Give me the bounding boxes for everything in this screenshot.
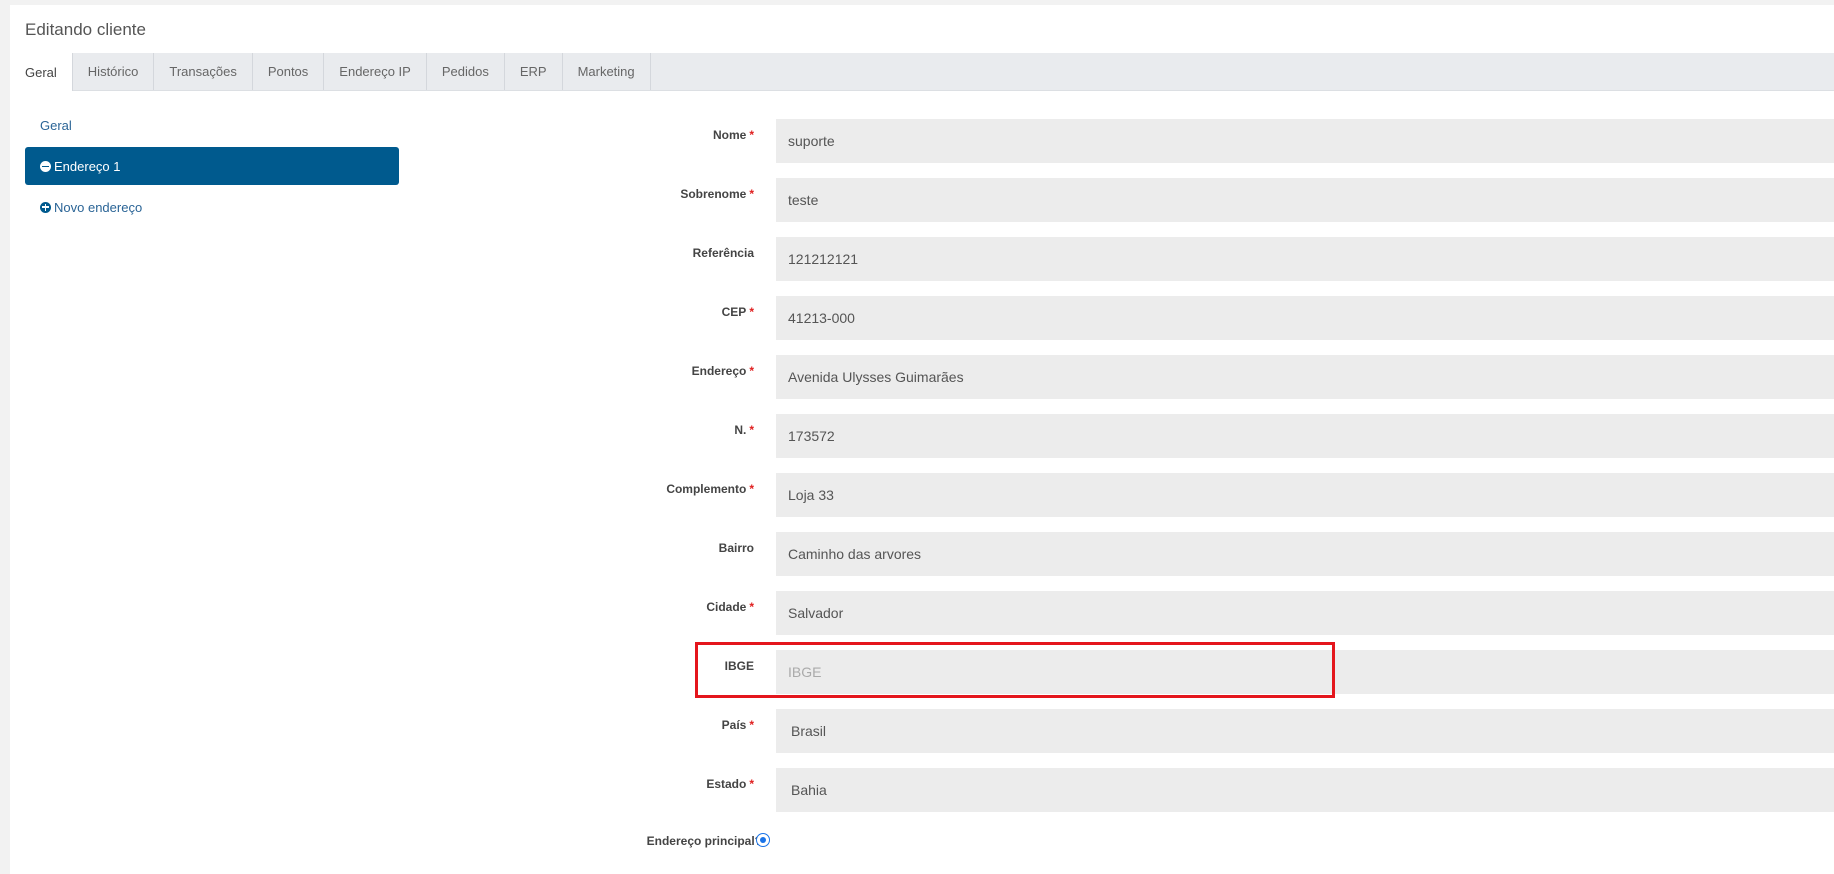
form-row-complemento: Complemento * — [10, 473, 1834, 517]
tab-pontos[interactable]: Pontos — [253, 53, 325, 90]
numero-input[interactable] — [776, 414, 1834, 458]
form-row-referencia: Referência — [10, 237, 1834, 281]
form-row-cep: CEP * — [10, 296, 1834, 340]
tab-historico[interactable]: Histórico — [73, 53, 155, 90]
ibge-input[interactable] — [776, 650, 1834, 694]
tab-marketing[interactable]: Marketing — [563, 53, 651, 90]
cidade-input[interactable] — [776, 591, 1834, 635]
referencia-label: Referência — [692, 246, 754, 260]
form-row-sobrenome: Sobrenome * — [10, 178, 1834, 222]
required-marker: * — [749, 128, 754, 142]
cidade-label: Cidade * — [706, 600, 754, 614]
pais-select[interactable] — [776, 709, 1834, 753]
sobrenome-input[interactable] — [776, 178, 1834, 222]
form-row-estado: Estado * — [10, 768, 1834, 812]
tab-erp[interactable]: ERP — [505, 53, 563, 90]
form-row-pais: País * — [10, 709, 1834, 753]
tab-transacoes[interactable]: Transações — [154, 53, 253, 90]
required-marker: * — [749, 777, 754, 791]
numero-label: N. * — [734, 423, 754, 437]
page-title: Editando cliente — [25, 20, 146, 39]
sobrenome-label: Sobrenome * — [680, 187, 754, 201]
tab-endereco-ip[interactable]: Endereço IP — [324, 53, 427, 90]
form-row-nome: Nome * — [10, 119, 1834, 163]
complemento-label: Complemento * — [666, 482, 754, 496]
nome-label: Nome * — [712, 128, 754, 142]
form-row-bairro: Bairro — [10, 532, 1834, 576]
required-marker: * — [749, 187, 754, 201]
form-row-endereco: Endereço * — [10, 355, 1834, 399]
tab-geral[interactable]: Geral — [10, 53, 73, 91]
pais-label: País * — [721, 718, 754, 732]
cep-input[interactable] — [776, 296, 1834, 340]
required-marker: * — [749, 305, 754, 319]
form-row-numero: N. * — [10, 414, 1834, 458]
complemento-input[interactable] — [776, 473, 1834, 517]
cep-label: CEP * — [721, 305, 754, 319]
required-marker: * — [749, 718, 754, 732]
required-marker: * — [749, 600, 754, 614]
tab-pedidos[interactable]: Pedidos — [427, 53, 505, 90]
bairro-input[interactable] — [776, 532, 1834, 576]
page-container: Editando cliente Geral Histórico Transaç… — [10, 5, 1834, 874]
estado-select[interactable] — [776, 768, 1834, 812]
principal-radio[interactable] — [756, 833, 770, 847]
nome-input[interactable] — [776, 119, 1834, 163]
ibge-label: IBGE — [724, 659, 754, 673]
bairro-label: Bairro — [718, 541, 754, 555]
principal-label: Endereço principal? — [646, 834, 762, 848]
required-marker: * — [749, 482, 754, 496]
endereco-label: Endereço * — [691, 364, 754, 378]
form-row-principal: Endereço principal? — [10, 830, 1834, 852]
tab-bar: Geral Histórico Transações Pontos Endere… — [10, 53, 1834, 91]
endereco-input[interactable] — [776, 355, 1834, 399]
required-marker: * — [749, 364, 754, 378]
estado-label: Estado * — [706, 777, 754, 791]
form-row-ibge: IBGE — [10, 650, 1834, 694]
referencia-input[interactable] — [776, 237, 1834, 281]
required-marker: * — [749, 423, 754, 437]
form-row-cidade: Cidade * — [10, 591, 1834, 635]
